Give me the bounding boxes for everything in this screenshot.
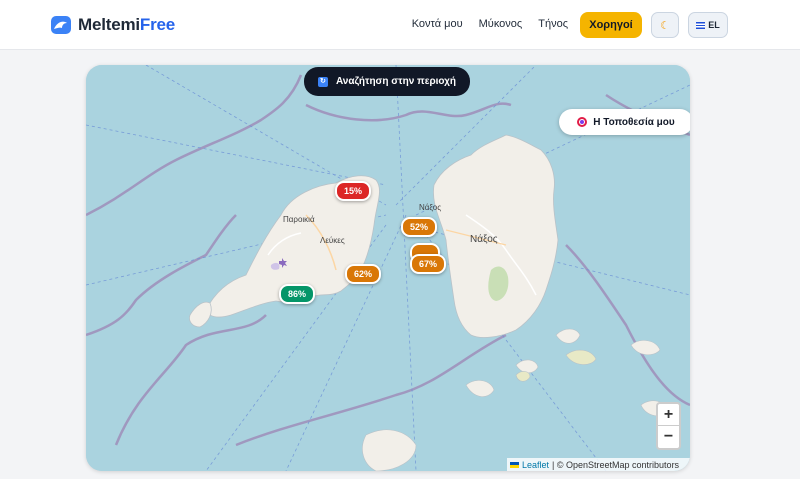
ukraine-flag-icon <box>510 461 519 468</box>
search-area-button[interactable]: ↻ Αναζήτηση στην περιοχή <box>304 67 470 96</box>
nav-links: Κοντά μου Μύκονος Τήνος <box>412 18 568 30</box>
wind-marker[interactable]: 67% <box>410 254 447 274</box>
refresh-icon: ↻ <box>317 76 328 87</box>
wind-marker[interactable]: 15% <box>335 181 372 201</box>
wave-logo-icon <box>51 16 71 34</box>
place-label-lefkes: Λεύκες <box>320 236 345 245</box>
zoom-in-button[interactable]: + <box>658 404 679 426</box>
wind-marker[interactable]: 62% <box>345 264 382 284</box>
map-container[interactable]: Παροικιά Λεύκες Νάξος Νάξος 15% 52% 67% … <box>86 65 690 471</box>
search-area-label: Αναζήτηση στην περιοχή <box>335 76 457 87</box>
target-icon <box>577 117 588 127</box>
nav-link-tinos[interactable]: Τήνος <box>538 18 568 30</box>
osm-attribution[interactable]: | © OpenStreetMap contributors <box>552 460 679 470</box>
nav-link-near-me[interactable]: Κοντά μου <box>412 18 463 30</box>
place-label-naxos-town: Νάξος <box>419 203 442 212</box>
theme-toggle-button[interactable]: ☾ <box>651 12 679 38</box>
place-label-naxos-island: Νάξος <box>470 234 498 245</box>
zoom-control: + − <box>656 402 681 450</box>
leaflet-link[interactable]: Leaflet <box>522 460 549 470</box>
brand-logo[interactable]: MeltemiFree <box>50 14 175 36</box>
brand-main: Meltemi <box>78 15 140 34</box>
zoom-out-button[interactable]: − <box>658 426 679 448</box>
brand-name: MeltemiFree <box>78 15 175 35</box>
place-label-paroikia: Παροικιά <box>283 215 315 224</box>
map-attribution: Leaflet | © OpenStreetMap contributors <box>507 458 690 471</box>
wind-marker[interactable]: 86% <box>279 284 316 304</box>
language-selector[interactable]: EL <box>688 12 728 38</box>
greek-flag-icon <box>696 21 706 29</box>
my-location-label: Η Τοποθεσία μου <box>593 116 675 128</box>
moon-icon: ☾ <box>660 19 670 32</box>
top-navbar: MeltemiFree Κοντά μου Μύκονος Τήνος Χορη… <box>0 0 800 50</box>
wind-marker[interactable]: 52% <box>401 217 438 237</box>
brand-accent: Free <box>139 15 176 34</box>
language-label: EL <box>708 20 720 30</box>
sponsors-button[interactable]: Χορηγοί <box>580 12 642 38</box>
my-location-button[interactable]: Η Τοποθεσία μου <box>559 109 690 135</box>
nav-link-mykonos[interactable]: Μύκονος <box>479 18 523 30</box>
